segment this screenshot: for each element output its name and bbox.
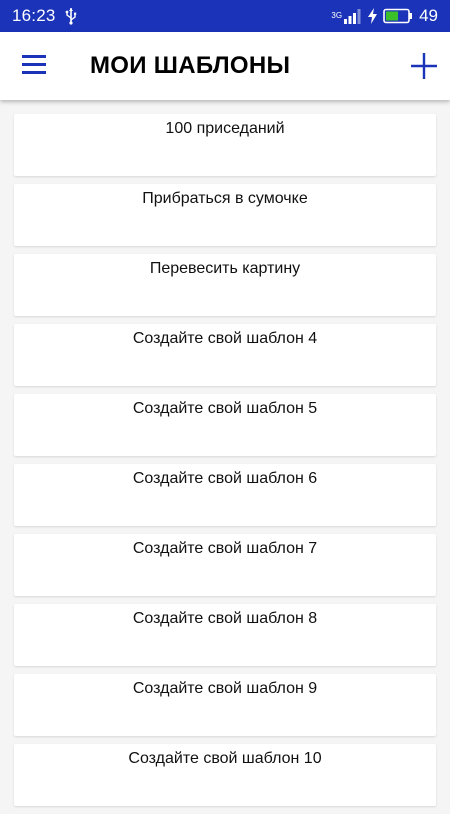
usb-icon — [65, 8, 76, 25]
template-label: Прибраться в сумочке — [142, 190, 308, 207]
template-label: 100 приседаний — [165, 120, 285, 137]
template-label: Создайте свой шаблон 8 — [132, 610, 318, 627]
template-label: Перевесить картину — [149, 260, 301, 277]
status-bar: 16:23 3G 49 — [0, 0, 450, 32]
plus-icon — [411, 53, 437, 79]
page-title: МОИ ШАБЛОНЫ — [90, 52, 291, 79]
charging-icon — [368, 8, 378, 24]
template-label: Создайте свой шаблон 10 — [128, 750, 322, 767]
status-right: 3G 49 — [325, 6, 438, 26]
template-label: Создайте свой шаблон 6 — [132, 470, 318, 487]
templates-list: 100 приседаний Прибраться в сумочке Пере… — [14, 114, 436, 814]
template-card-1[interactable]: 100 приседаний — [14, 114, 436, 176]
template-card-7[interactable]: Создайте свой шаблон 7 — [14, 534, 436, 596]
network-type: 3G — [331, 11, 343, 20]
template-label: Создайте свой шаблон 9 — [132, 680, 318, 697]
template-label: Создайте свой шаблон 7 — [132, 540, 318, 557]
template-card-4[interactable]: Создайте свой шаблон 4 — [14, 324, 436, 386]
template-card-10[interactable]: Создайте свой шаблон 10 — [14, 744, 436, 806]
menu-button[interactable] — [22, 54, 48, 78]
template-card-9[interactable]: Создайте свой шаблон 9 — [14, 674, 436, 736]
template-card-5[interactable]: Создайте свой шаблон 5 — [14, 394, 436, 456]
template-label: Создайте свой шаблон 5 — [132, 400, 318, 417]
battery-icon — [383, 8, 413, 24]
template-card-3[interactable]: Перевесить картину — [14, 254, 436, 316]
add-template-button[interactable] — [410, 52, 438, 80]
template-card-2[interactable]: Прибраться в сумочке — [14, 184, 436, 246]
template-label: Создайте свой шаблон 4 — [132, 330, 318, 347]
status-left: 16:23 — [12, 6, 78, 26]
battery-level: 49 — [419, 6, 438, 25]
template-card-6[interactable]: Создайте свой шаблон 6 — [14, 464, 436, 526]
signal-icon — [344, 9, 361, 24]
status-time: 16:23 — [12, 6, 56, 25]
app-bar: МОИ ШАБЛОНЫ — [0, 32, 450, 100]
template-card-8[interactable]: Создайте свой шаблон 8 — [14, 604, 436, 666]
